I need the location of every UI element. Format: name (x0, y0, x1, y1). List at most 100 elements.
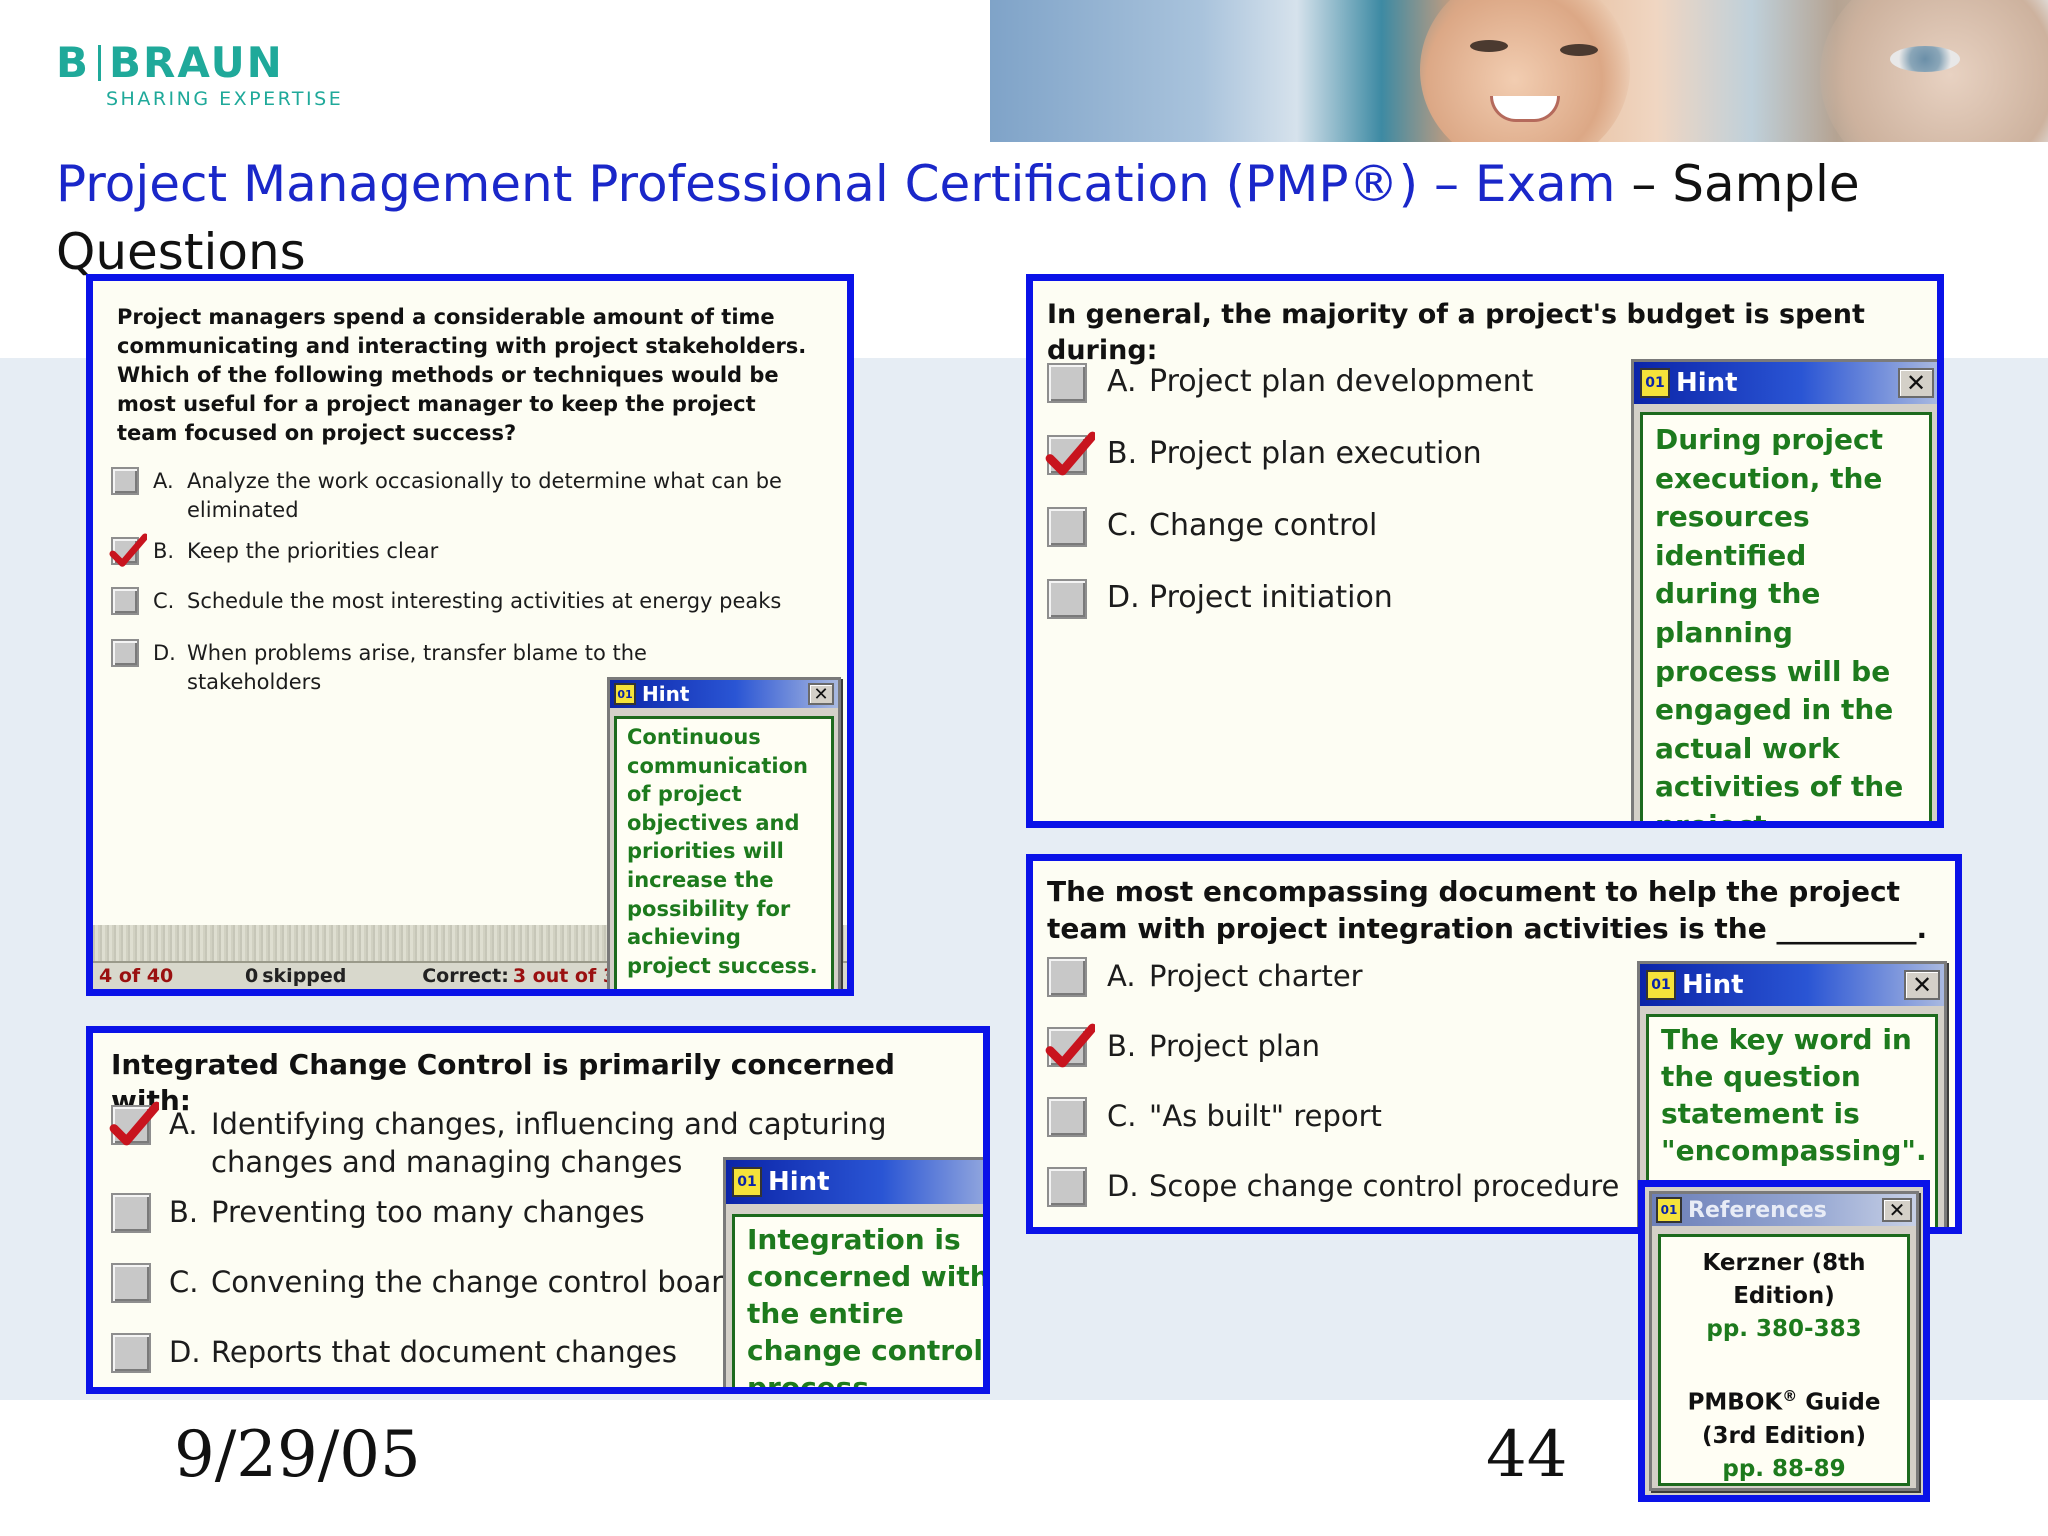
option-letter: C. (153, 589, 175, 613)
header-photo (990, 0, 2048, 142)
references-frame: 01 References ✕ Kerzner (8th Edition) pp… (1638, 1180, 1930, 1502)
option-text: Keep the priorities clear (187, 539, 439, 563)
close-icon[interactable]: ✕ (808, 683, 834, 705)
checkbox-checked[interactable] (109, 1101, 159, 1146)
answer-option[interactable]: C. "As built" report (1047, 1097, 1679, 1137)
hint-app-icon: 01 (1640, 368, 1670, 398)
hint-window[interactable]: 01 Hint ✕ During project execution, the … (1631, 359, 1937, 821)
answer-option[interactable]: D. Project initiation (1047, 579, 1669, 619)
checkbox[interactable] (1047, 1167, 1087, 1207)
option-letter: D. (153, 641, 176, 665)
option-text: Project plan development (1149, 364, 1534, 399)
answer-option[interactable]: B. Project plan execution (1045, 431, 1669, 476)
checkbox[interactable] (111, 1193, 151, 1233)
answer-option[interactable]: A. Project plan development (1047, 363, 1669, 403)
reference-kerzner-pages: pp. 380-383 (1706, 1316, 1862, 1342)
reference-pmbok: PMBOK® Guide (1687, 1387, 1881, 1416)
slide-date: 9/29/05 (174, 1418, 421, 1492)
references-window[interactable]: 01 References ✕ Kerzner (8th Edition) pp… (1649, 1191, 1919, 1491)
option-letter: B. (1107, 1029, 1137, 1063)
question-text: The most encompassing document to help t… (1047, 875, 1928, 945)
checkbox[interactable] (111, 1263, 151, 1303)
braun-logo: B BRAUN SHARING EXPERTISE (56, 38, 344, 111)
checkbox-checked[interactable] (1045, 431, 1095, 476)
question-text: Project managers spend a considerable am… (117, 305, 807, 445)
option-letter: D. (1107, 1169, 1139, 1203)
checkbox[interactable] (1047, 1097, 1087, 1137)
hint-app-icon: 01 (614, 683, 636, 705)
option-letter: D. (1107, 580, 1140, 615)
close-icon[interactable]: ✕ (1898, 368, 1934, 398)
title-blue-part: Project Management Professional Certific… (56, 155, 1616, 213)
slide-title: Project Management Professional Certific… (56, 150, 1956, 286)
hint-title: Hint (642, 682, 690, 706)
option-letter: A. (153, 469, 174, 493)
option-text: "As built" report (1149, 1099, 1382, 1133)
skipped-label: skipped (262, 965, 347, 987)
close-icon[interactable]: ✕ (1882, 1198, 1912, 1222)
logo-wordmark: B BRAUN (56, 38, 284, 87)
option-letter: B. (153, 539, 175, 563)
answer-option[interactable]: C. Change control (1047, 507, 1669, 547)
option-text: Change control (1149, 508, 1378, 543)
reference-pmbok-edition: (3rd Edition) (1702, 1422, 1866, 1449)
question-panel-3: Integrated Change Control is primarily c… (86, 1026, 990, 1394)
option-letter: A. (169, 1107, 198, 1141)
hint-text: Continuous communication of project obje… (614, 716, 834, 989)
answer-option[interactable]: A. Project charter (1047, 957, 1679, 997)
option-letter: B. (169, 1195, 199, 1229)
option-letter: C. (1107, 1099, 1137, 1133)
option-letter: C. (169, 1265, 199, 1299)
hint-title: Hint (768, 1167, 830, 1197)
answer-option[interactable]: B. Keep the priorities clear (109, 533, 787, 567)
checkbox-checked[interactable] (1045, 1023, 1095, 1068)
question-position: 4 of 40 (99, 965, 174, 987)
option-letter: A. (1107, 959, 1136, 993)
checkbox[interactable] (111, 467, 139, 495)
checkbox-checked[interactable] (109, 533, 147, 567)
correct-label: Correct: (422, 965, 509, 987)
option-text: Project plan (1149, 1029, 1321, 1063)
checkbox[interactable] (111, 587, 139, 615)
answer-option[interactable]: A. Analyze the work occasionally to deter… (111, 467, 787, 525)
option-text: Schedule the most interesting activities… (187, 589, 782, 613)
answer-option[interactable]: D. Scope change control procedure (1047, 1167, 1679, 1207)
checkbox[interactable] (1047, 363, 1087, 403)
hint-title: Hint (1682, 970, 1744, 1000)
question-panel-2: In general, the majority of a project's … (1026, 274, 1944, 828)
option-text: Project charter (1149, 959, 1363, 993)
checkbox[interactable] (111, 639, 139, 667)
answer-option[interactable]: B. Project plan (1045, 1023, 1679, 1068)
checkbox[interactable] (1047, 507, 1087, 547)
answer-option[interactable]: C. Schedule the most interesting activiti… (111, 587, 787, 616)
hint-title: Hint (1676, 368, 1738, 398)
close-icon[interactable]: ✕ (1904, 970, 1940, 1000)
checkbox[interactable] (1047, 579, 1087, 619)
option-letter: C. (1107, 508, 1138, 543)
hint-text: Integration is concerned with the entire… (732, 1214, 983, 1387)
option-letter: A. (1107, 364, 1137, 399)
skipped-count: 0 (245, 965, 259, 987)
reference-kerzner: Kerzner (8th Edition) (1702, 1250, 1866, 1309)
references-title: References (1688, 1197, 1827, 1223)
checkbox[interactable] (1047, 957, 1087, 997)
hint-app-icon: 01 (732, 1167, 762, 1197)
checkbox[interactable] (111, 1333, 151, 1373)
option-letter: B. (1107, 436, 1138, 471)
option-text: Scope change control procedure (1149, 1169, 1620, 1203)
references-body: Kerzner (8th Edition) pp. 380-383 PMBOK®… (1658, 1234, 1910, 1486)
hint-window[interactable]: 01 Hint Integration is concerned with th… (723, 1157, 983, 1387)
slide-page-number: 44 (1486, 1418, 1568, 1492)
hint-window[interactable]: 01 Hint ✕ Continuous communication of pr… (607, 677, 841, 989)
logo-tagline: SHARING EXPERTISE (106, 88, 344, 110)
correct-value: 3 out of 3 (512, 965, 617, 987)
question-panel-1: Project managers spend a considerable am… (86, 274, 854, 996)
option-text: Project initiation (1149, 580, 1393, 615)
hint-text: During project execution, the resources … (1640, 412, 1932, 821)
option-text: Project plan execution (1149, 436, 1482, 471)
reference-pmbok-pages: pp. 88-89 (1722, 1455, 1846, 1482)
question-panel-4: The most encompassing document to help t… (1026, 854, 1962, 1234)
hint-app-icon: 01 (1646, 970, 1676, 1000)
option-text: Analyze the work occasionally to determi… (187, 469, 782, 522)
references-app-icon: 01 (1656, 1197, 1682, 1223)
